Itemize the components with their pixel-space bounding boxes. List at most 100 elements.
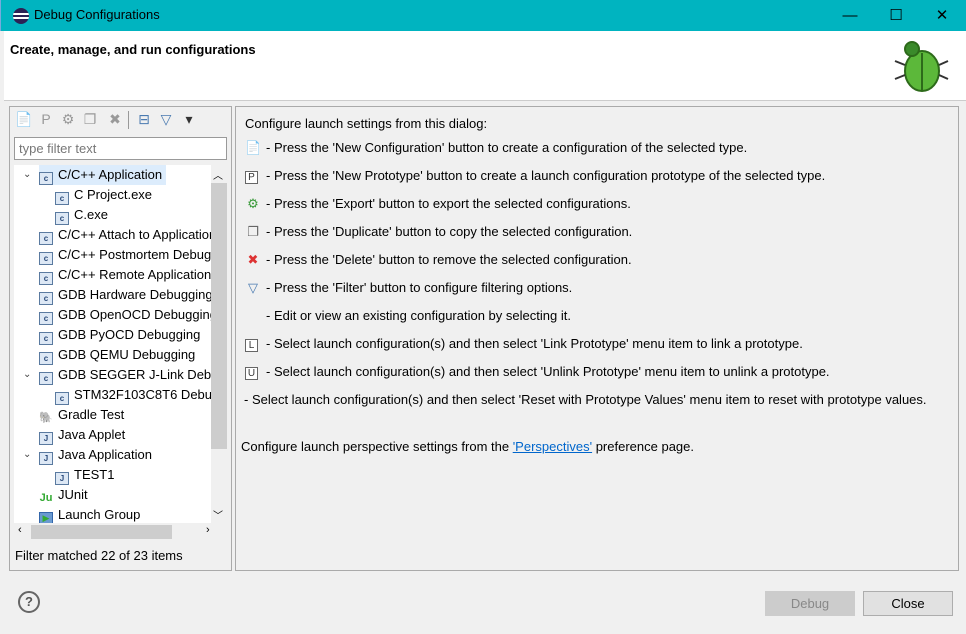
tree-item[interactable]: ⌄ c C/C++ Application	[23, 165, 167, 185]
expand-arrow-icon[interactable]: ⌄	[23, 445, 31, 465]
new-configuration-icon: 📄	[245, 140, 262, 155]
filter-status: Filter matched 22 of 23 items	[15, 548, 183, 563]
expand-arrow-icon[interactable]: ⌄	[23, 165, 31, 185]
tree-item[interactable]: c GDB Hardware Debugging	[39, 285, 211, 305]
close-button[interactable]: Close	[863, 591, 953, 616]
close-window-button[interactable]: ✕	[919, 0, 965, 31]
tree-item[interactable]: c GDB PyOCD Debugging	[39, 325, 200, 345]
tree-item[interactable]: J TEST1	[55, 465, 114, 485]
instruction-line: P - Press the 'New Prototype' button to c…	[245, 168, 825, 184]
tree-item-label: C/C++ Application	[58, 167, 163, 182]
instruction-line: U - Select launch configuration(s) and th…	[245, 364, 830, 380]
tree-item[interactable]: ▶ Launch Group	[39, 505, 140, 523]
instruction-line: ❐ - Press the 'Duplicate' button to copy …	[245, 224, 632, 240]
tree-item[interactable]: c C.exe	[55, 205, 108, 225]
instruction-line: ✖ - Press the 'Delete' button to remove t…	[245, 252, 632, 268]
tree-item-label: C/C++ Remote Application	[58, 267, 211, 282]
horizontal-scroll-thumb[interactable]	[31, 525, 172, 539]
eclipse-icon	[13, 8, 29, 24]
c-config-icon: c	[39, 272, 53, 285]
toolbar-separator	[128, 111, 129, 129]
tree-item[interactable]: Ju JUnit	[39, 485, 88, 505]
dialog-header: Create, manage, and run configurations	[4, 31, 966, 101]
perspective-suffix: preference page.	[592, 439, 694, 454]
unlink-prototype-icon: U	[245, 367, 258, 380]
tree-item[interactable]: ⌄ J Java Application	[23, 445, 152, 465]
tree-item-label: C.exe	[74, 207, 108, 222]
tree-item-label: C/C++ Attach to Application	[58, 227, 211, 242]
maximize-button[interactable]: ☐	[873, 0, 919, 31]
c-config-icon: c	[39, 292, 53, 305]
filter-icon: ▽	[248, 280, 258, 295]
view-menu-icon[interactable]: ▾	[180, 111, 198, 129]
tree-item-label: C Project.exe	[74, 187, 153, 202]
new-configuration-icon[interactable]: 📄	[15, 111, 33, 129]
c-config-icon: c	[55, 392, 69, 405]
tree-item-label: Java Application	[58, 447, 152, 462]
instruction-text: - Press the 'New Prototype' button to cr…	[266, 168, 826, 183]
tree-item[interactable]: c C Project.exe	[55, 185, 152, 205]
c-config-icon: c	[39, 172, 53, 185]
title-bar: Debug Configurations — ☐ ✕	[0, 0, 966, 31]
perspective-text: Configure launch perspective settings fr…	[241, 439, 694, 454]
instruction-line: 📄 - Press the 'New Configuration' button …	[245, 140, 747, 156]
tree-item[interactable]: c C/C++ Remote Application	[39, 265, 211, 285]
c-config-icon: c	[39, 252, 53, 265]
instruction-text: - Press the 'Delete' button to remove th…	[266, 252, 632, 267]
tree-item[interactable]: c STM32F103C8T6 Debug	[55, 385, 211, 405]
tree-item-label: GDB QEMU Debugging	[58, 347, 196, 362]
tree-item[interactable]: 🐘 Gradle Test	[39, 405, 124, 425]
tree-item-label: JUnit	[58, 487, 88, 502]
tree-item-label: GDB OpenOCD Debugging	[58, 307, 211, 322]
export-icon[interactable]: ⚙	[59, 111, 77, 129]
instruction-line: ▽ - Press the 'Filter' button to configur…	[245, 280, 572, 296]
duplicate-icon: ❐	[247, 224, 259, 239]
scroll-right-icon[interactable]: ›	[206, 524, 210, 536]
c-config-icon: c	[39, 312, 53, 325]
c-config-icon: c	[39, 232, 53, 245]
scroll-left-icon[interactable]: ‹	[18, 524, 22, 536]
configuration-tree: ⌄ c C/C++ Application c C Project.exe c C.exe c…	[14, 165, 211, 523]
instruction-text: - Press the 'Export' button to export th…	[266, 196, 631, 211]
perspective-prefix: Configure launch perspective settings fr…	[241, 439, 513, 454]
bug-icon	[894, 41, 949, 92]
instruction-line: L - Select launch configuration(s) and th…	[245, 336, 803, 352]
collapse-all-icon[interactable]: ⊟	[135, 111, 153, 129]
expand-arrow-icon[interactable]: ⌄	[23, 365, 31, 385]
help-button[interactable]: ?	[18, 591, 40, 613]
minimize-button[interactable]: —	[827, 0, 873, 31]
applet-config-icon: J	[39, 432, 53, 445]
new-prototype-icon[interactable]: P	[37, 111, 55, 129]
tree-item[interactable]: c C/C++ Postmortem Debugger	[39, 245, 211, 265]
perspectives-link[interactable]: 'Perspectives'	[513, 439, 592, 454]
vertical-scroll-thumb[interactable]	[211, 183, 227, 449]
filter-input[interactable]	[14, 137, 227, 160]
dialog-title: Create, manage, and run configurations	[10, 42, 256, 57]
scroll-down-icon[interactable]: ﹀	[213, 507, 223, 522]
c-config-icon: c	[39, 332, 53, 345]
instruction-text: - Press the 'New Configuration' button t…	[266, 140, 748, 155]
tree-item[interactable]: ⌄ c GDB SEGGER J-Link Debugging	[23, 365, 211, 385]
duplicate-icon[interactable]: ❐	[81, 111, 99, 129]
tree-item-label: STM32F103C8T6 Debug	[74, 387, 211, 402]
tree-item[interactable]: c C/C++ Attach to Application	[39, 225, 211, 245]
launch-config-icon: ▶	[39, 512, 53, 523]
debug-button[interactable]: Debug	[765, 591, 855, 616]
instruction-text: - Edit or view an existing configuration…	[266, 308, 571, 323]
tree-item[interactable]: J Java Applet	[39, 425, 125, 445]
reset-text: - Select launch configuration(s) and the…	[244, 392, 927, 407]
filter-icon[interactable]: ▽	[157, 111, 175, 129]
c-config-icon: c	[39, 352, 53, 365]
c-config-icon: c	[55, 212, 69, 225]
new-prototype-icon: P	[245, 171, 258, 184]
instruction-text: - Select launch configuration(s) and the…	[266, 364, 830, 379]
tree-item-label: Gradle Test	[58, 407, 125, 422]
scroll-up-icon[interactable]: ︿	[213, 167, 223, 182]
window-title: Debug Configurations	[34, 7, 160, 22]
tree-item[interactable]: c GDB OpenOCD Debugging	[39, 305, 211, 325]
c-config-icon: c	[39, 372, 53, 385]
tree-item-label: C/C++ Postmortem Debugger	[58, 247, 211, 262]
delete-icon[interactable]: ✖	[106, 111, 124, 129]
j-config-icon: J	[55, 472, 69, 485]
tree-item[interactable]: c GDB QEMU Debugging	[39, 345, 195, 365]
